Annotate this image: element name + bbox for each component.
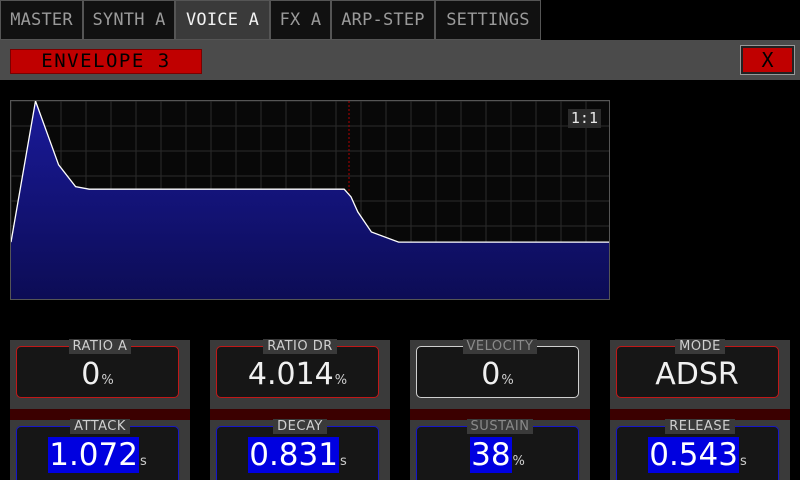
decay-label: DECAY xyxy=(210,419,390,434)
velocity-label: VELOCITY xyxy=(410,339,590,354)
tab-synth-a[interactable]: SYNTH A xyxy=(83,0,175,40)
tab-fx-a[interactable]: FX A xyxy=(270,0,331,40)
tab-arp-step[interactable]: ARP-STEP xyxy=(331,0,435,40)
sustain-value: 38% xyxy=(470,437,525,473)
mode-value: ADSR xyxy=(655,357,739,392)
release-control[interactable]: 0.543 s xyxy=(616,426,779,480)
tab-voice-a[interactable]: VOICE A xyxy=(175,0,270,40)
envelope-graph: 1:1 xyxy=(10,100,610,300)
decay-value: 0.831 s xyxy=(248,437,347,473)
attack-label: ATTACK xyxy=(10,419,190,434)
ratio-a-label: RATIO A xyxy=(10,339,190,354)
release-value: 0.543 s xyxy=(648,437,747,473)
envelope-area xyxy=(11,101,609,299)
ratio-a-value: 0% xyxy=(81,357,114,392)
close-icon: X xyxy=(743,48,792,72)
ratio-dr-value: 4.014% xyxy=(247,357,348,392)
zoom-ratio-button[interactable]: 1:1 xyxy=(567,109,601,128)
ratio-dr-label: RATIO DR xyxy=(210,339,390,354)
title-bar: ENVELOPE 3 X xyxy=(0,40,800,80)
tab-master[interactable]: MASTER xyxy=(0,0,83,40)
param-panel-1: 0% RATIO A 1.072 s ATTACK xyxy=(10,339,190,480)
sustain-label: SUSTAIN xyxy=(410,419,590,434)
tab-bar: MASTER SYNTH A VOICE A FX A ARP-STEP SET… xyxy=(0,0,800,40)
sustain-control[interactable]: 38% xyxy=(416,426,579,480)
tab-settings[interactable]: SETTINGS xyxy=(435,0,541,40)
velocity-value: 0% xyxy=(481,357,514,392)
attack-value: 1.072 s xyxy=(48,437,147,473)
page-title: ENVELOPE 3 xyxy=(10,49,202,74)
close-button[interactable]: X xyxy=(740,45,795,75)
decay-control[interactable]: 0.831 s xyxy=(216,426,379,480)
param-panel-3: 0% VELOCITY 38% SUSTAIN xyxy=(410,339,590,480)
envelope-chart xyxy=(11,101,609,299)
param-panel-4: ADSR MODE 0.543 s RELEASE xyxy=(610,339,790,480)
mode-label: MODE xyxy=(610,339,790,354)
attack-control[interactable]: 1.072 s xyxy=(16,426,179,480)
release-label: RELEASE xyxy=(610,419,790,434)
param-panel-2: 4.014% RATIO DR 0.831 s DECAY xyxy=(210,339,390,480)
